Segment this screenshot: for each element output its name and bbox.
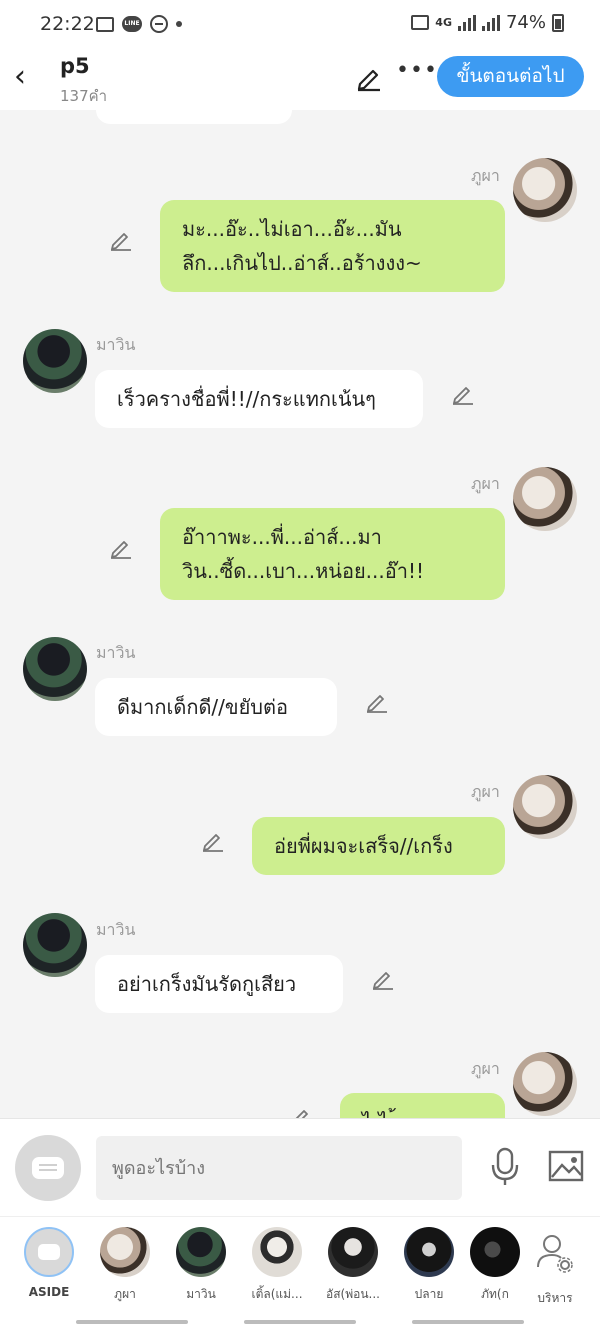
character-avatar: [470, 1227, 520, 1277]
word-count: 137คำ: [60, 87, 108, 105]
avatar-mawin[interactable]: [23, 913, 87, 977]
message-line: ไ ไ ้: [362, 1105, 483, 1118]
user-settings-icon: [537, 1235, 573, 1273]
status-time: 22:22: [40, 13, 95, 35]
sender-name: มาวิน: [96, 335, 136, 354]
nav-back[interactable]: [412, 1320, 524, 1324]
aside-icon: [32, 1157, 64, 1179]
message-bubble-partial: [96, 110, 292, 124]
pencil-icon[interactable]: [200, 827, 226, 853]
pencil-icon[interactable]: [364, 688, 390, 714]
sender-name: ภูผา: [471, 166, 500, 185]
pencil-icon[interactable]: [450, 380, 476, 406]
image-icon[interactable]: [548, 1150, 584, 1182]
sender-name: ภูผา: [471, 1059, 500, 1078]
character-plai[interactable]: ปลาย: [393, 1227, 465, 1304]
character-selector: ASIDE ภูผา มาวิน เติ้ล(แม่... อัส(พ่อน..…: [0, 1216, 600, 1313]
nav-recents[interactable]: [76, 1320, 188, 1324]
message-input[interactable]: [96, 1136, 462, 1200]
notification-icons: LINE: [96, 13, 182, 35]
character-avatar: [404, 1227, 454, 1277]
avatar-mawin[interactable]: [23, 329, 87, 393]
character-mawin[interactable]: มาวิน: [165, 1227, 237, 1304]
character-label: ASIDE: [28, 1285, 70, 1299]
avatar-mawin[interactable]: [23, 637, 87, 701]
character-label: บริหาร: [537, 1291, 573, 1305]
next-step-button[interactable]: ขั้นตอนต่อไป: [437, 56, 584, 97]
avatar-phupha[interactable]: [513, 158, 577, 222]
aside-toggle-button[interactable]: [15, 1135, 81, 1201]
status-bar: 22:22 LINE 4G 74%: [0, 0, 600, 48]
manage-characters-button[interactable]: บริหาร: [519, 1227, 591, 1308]
back-icon[interactable]: ‹: [14, 62, 26, 92]
top-bar: ‹ p5 137คำ ••• ขั้นตอนต่อไป: [0, 48, 600, 110]
sender-name: มาวิน: [96, 920, 136, 939]
character-aside[interactable]: ASIDE: [13, 1227, 85, 1299]
system-indicators: 4G 74%: [411, 12, 564, 33]
recycle-icon: [411, 15, 430, 30]
page-title: p5: [60, 54, 90, 78]
character-label: อัส(พ่อน...: [326, 1287, 380, 1301]
message-bubble[interactable]: ดีมากเด็กดี//ขยับต่อ: [95, 678, 337, 736]
edit-icon[interactable]: [354, 62, 384, 92]
character-label: ภูผา: [114, 1287, 136, 1301]
battery-percent: 74%: [505, 12, 546, 33]
message-line: วิน..ซี้ด...เบา...หน่อย...อ๊า!!: [182, 559, 425, 583]
message-line: ลึก...เกินไป..อ่าส์..อร้างงง~: [182, 251, 422, 275]
signal-icon-2: [481, 14, 500, 31]
chat-area[interactable]: ภูผา มะ...อ๊ะ..ไม่เอา...อ๊ะ...มัน ลึก...…: [0, 110, 600, 1118]
character-avatar: [328, 1227, 378, 1277]
message-bubble[interactable]: ไ ไ ้: [340, 1093, 505, 1118]
microphone-icon[interactable]: [490, 1147, 520, 1187]
more-options-icon[interactable]: •••: [396, 58, 438, 83]
message-bubble[interactable]: มะ...อ๊ะ..ไม่เอา...อ๊ะ...มัน ลึก...เกินไ…: [160, 200, 505, 292]
character-pat[interactable]: ภัท(ก: [469, 1227, 521, 1304]
message-line: อ๊าาาพะ...พี่...อ่าส์...มา: [182, 525, 382, 549]
character-label: มาวิน: [186, 1287, 216, 1301]
sender-name: ภูผา: [471, 782, 500, 801]
system-nav-bar: [0, 1312, 600, 1333]
gallery-icon: [96, 16, 114, 32]
avatar-phupha[interactable]: [513, 775, 577, 839]
pencil-icon[interactable]: [288, 1103, 314, 1118]
character-avatar: [252, 1227, 302, 1277]
message-line: เร็วครางชื่อพี่!!//กระแทกเน้นๆ: [117, 387, 376, 411]
avatar-phupha[interactable]: [513, 467, 577, 531]
message-line: อย่าเกร็งมันรัดกูเสียว: [117, 972, 297, 996]
character-label: เติ้ล(แม่...: [251, 1287, 303, 1301]
message-line: อ่ยพี่ผมจะเสร็จ//เกร็ง: [274, 834, 453, 858]
character-label: ภัท(ก: [481, 1287, 509, 1301]
character-phupha[interactable]: ภูผา: [89, 1227, 161, 1304]
message-bubble[interactable]: อ่ยพี่ผมจะเสร็จ//เกร็ง: [252, 817, 505, 875]
network-type: 4G: [435, 15, 452, 29]
sender-name: ภูผา: [471, 474, 500, 493]
aside-avatar: [24, 1227, 74, 1277]
pencil-icon[interactable]: [108, 226, 134, 252]
character-tue[interactable]: เติ้ล(แม่...: [241, 1227, 313, 1304]
composer-bar: [0, 1118, 600, 1217]
nav-home[interactable]: [244, 1320, 356, 1324]
character-label: ปลาย: [414, 1287, 444, 1301]
pencil-icon[interactable]: [108, 534, 134, 560]
character-avatar: [176, 1227, 226, 1277]
sender-name: มาวิน: [96, 643, 136, 662]
more-notifications-icon: [176, 21, 182, 27]
do-not-disturb-icon: [150, 15, 168, 33]
line-app-icon: LINE: [122, 16, 142, 32]
message-line: ดีมากเด็กดี//ขยับต่อ: [117, 695, 288, 719]
character-aut[interactable]: อัส(พ่อน...: [317, 1227, 389, 1304]
message-bubble[interactable]: อย่าเกร็งมันรัดกูเสียว: [95, 955, 343, 1013]
avatar-phupha[interactable]: [513, 1052, 577, 1116]
signal-icon: [457, 14, 476, 31]
message-line: มะ...อ๊ะ..ไม่เอา...อ๊ะ...มัน: [182, 217, 402, 241]
message-bubble[interactable]: อ๊าาาพะ...พี่...อ่าส์...มา วิน..ซี้ด...เ…: [160, 508, 505, 600]
pencil-icon[interactable]: [370, 965, 396, 991]
battery-icon: [552, 13, 564, 32]
character-avatar: [100, 1227, 150, 1277]
message-bubble[interactable]: เร็วครางชื่อพี่!!//กระแทกเน้นๆ: [95, 370, 423, 428]
